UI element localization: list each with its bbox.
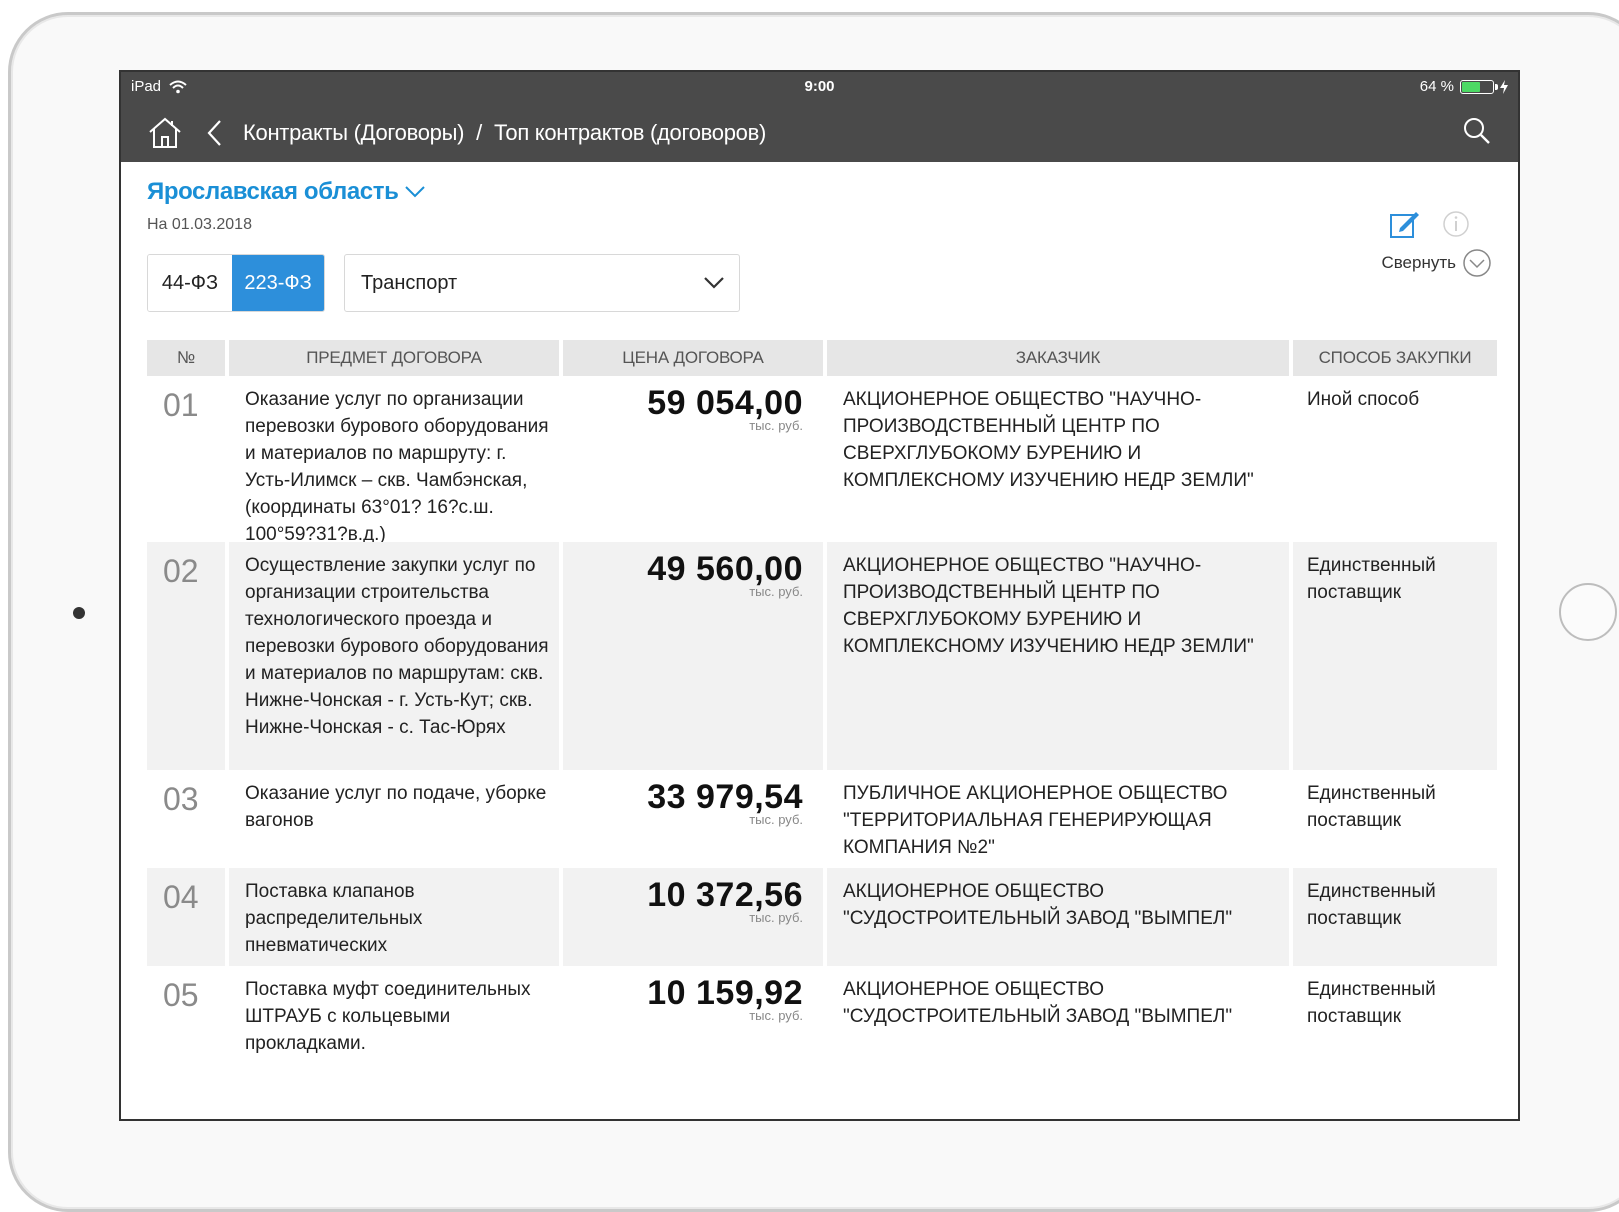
home-icon[interactable] [147,115,183,151]
wifi-icon [169,80,187,93]
edit-icon[interactable] [1388,208,1420,240]
chevron-down-icon [405,186,426,198]
row-number: 04 [147,868,225,966]
category-dropdown[interactable]: Транспорт [344,254,740,312]
row-number: 03 [163,781,199,817]
row-customer: ПУБЛИЧНОЕ АКЦИОНЕРНОЕ ОБЩЕСТВО "ТЕРРИТОР… [843,783,1228,858]
row-method: Единственный поставщик [1307,979,1436,1027]
header-method[interactable]: СПОСОБ ЗАКУПКИ [1293,340,1497,376]
row-method: Иной способ [1307,389,1420,410]
header-subject[interactable]: ПРЕДМЕТ ДОГОВОРА [229,340,559,376]
info-icon[interactable] [1442,210,1470,238]
row-number: 01 [163,387,199,423]
row-subject: Поставка клапанов распределительных пнев… [229,868,559,966]
chevron-down-icon [704,277,724,289]
device-label: iPad [131,78,162,95]
table-header: № ПРЕДМЕТ ДОГОВОРА ЦЕНА ДОГОВОРА ЗАКАЗЧИ… [147,340,1497,376]
charging-icon [1500,79,1508,94]
row-subject: Оказание услуг по подаче, уборке вагонов [245,783,547,831]
status-bar: iPad 9:00 64 % [131,78,1508,96]
table-row[interactable]: 02 Осуществление закупки услуг по органи… [147,542,1497,770]
region-selector[interactable]: Ярославская область [147,178,426,206]
row-number: 02 [147,542,225,770]
table-tools: Свернуть [1372,208,1492,288]
row-method: Единственный поставщик [1293,868,1497,966]
battery-icon [1460,79,1498,94]
contracts-table: № ПРЕДМЕТ ДОГОВОРА ЦЕНА ДОГОВОРА ЗАКАЗЧИ… [147,340,1497,1070]
price-value: 10 372,56 [647,876,803,914]
row-method: Единственный поставщик [1293,542,1497,770]
header-price[interactable]: ЦЕНА ДОГОВОРА [563,340,823,376]
row-price: 10 159,92 тыс. руб. [563,966,823,1070]
row-price: 49 560,00 тыс. руб. [563,542,823,770]
chevron-circle-icon [1463,249,1491,277]
table-row[interactable]: 04 Поставка клапанов распределительных п… [147,868,1497,966]
search-icon[interactable] [1462,116,1492,146]
header-num[interactable]: № [147,340,225,376]
row-method: Единственный поставщик [1307,783,1436,831]
tab-44-fz[interactable]: 44-ФЗ [148,255,232,311]
row-price: 33 979,54 тыс. руб. [563,770,823,868]
row-price: 10 372,56 тыс. руб. [563,868,823,966]
table-row[interactable]: 03 Оказание услуг по подаче, уборке ваго… [147,770,1497,868]
table-body: 01 Оказание услуг по организации перевоз… [147,376,1497,1070]
law-tabs: 44-ФЗ 223-ФЗ [147,254,325,312]
price-value: 10 159,92 [647,974,803,1012]
table-row[interactable]: 01 Оказание услуг по организации перевоз… [147,376,1497,545]
status-time: 9:00 [804,78,835,95]
row-subject: Оказание услуг по организации перевозки … [245,389,549,545]
row-price: 59 054,00 тыс. руб. [563,376,823,542]
price-value: 49 560,00 [647,550,803,588]
breadcrumb-separator: / [476,120,482,145]
app-screen: iPad 9:00 64 % Контракты (Договоры) / То… [119,70,1520,1121]
breadcrumb-current: Топ контрактов (договоров) [493,120,767,145]
battery-fill [1462,81,1481,92]
header-customer[interactable]: ЗАКАЗЧИК [827,340,1289,376]
report-date: На 01.03.2018 [147,216,252,233]
row-subject: Поставка муфт соединительных ШТРАУБ с ко… [245,979,531,1054]
tab-223-fz[interactable]: 223-ФЗ [232,255,324,311]
price-value: 33 979,54 [647,778,803,816]
row-subject: Осуществление закупки услуг по организац… [229,542,559,770]
row-number: 05 [163,977,199,1013]
battery-percent: 64 % [1419,78,1454,95]
breadcrumb: Контракты (Договоры) / Топ контрактов (д… [243,120,766,146]
category-value: Транспорт [361,271,458,294]
row-customer: АКЦИОНЕРНОЕ ОБЩЕСТВО "НАУЧНО-ПРОИЗВОДСТВ… [843,389,1254,491]
top-bar: iPad 9:00 64 % Контракты (Договоры) / То… [121,72,1518,162]
row-customer: АКЦИОНЕРНОЕ ОБЩЕСТВО "СУДОСТРОИТЕЛЬНЫЙ З… [843,979,1233,1027]
collapse-label: Свернуть [1381,253,1456,272]
home-button[interactable] [1559,583,1617,641]
breadcrumb-parent[interactable]: Контракты (Договоры) [243,120,464,146]
collapse-button[interactable]: Свернуть [1381,248,1492,278]
row-customer: АКЦИОНЕРНОЕ ОБЩЕСТВО "СУДОСТРОИТЕЛЬНЫЙ З… [827,868,1289,966]
table-row[interactable]: 05 Поставка муфт соединительных ШТРАУБ с… [147,966,1497,1070]
camera [73,607,85,619]
back-chevron-icon[interactable] [205,118,225,148]
row-customer: АКЦИОНЕРНОЕ ОБЩЕСТВО "НАУЧНО-ПРОИЗВОДСТВ… [827,542,1289,770]
price-value: 59 054,00 [647,384,803,422]
region-name: Ярославская область [147,178,399,205]
nav-bar: Контракты (Договоры) / Топ контрактов (д… [147,110,1492,156]
